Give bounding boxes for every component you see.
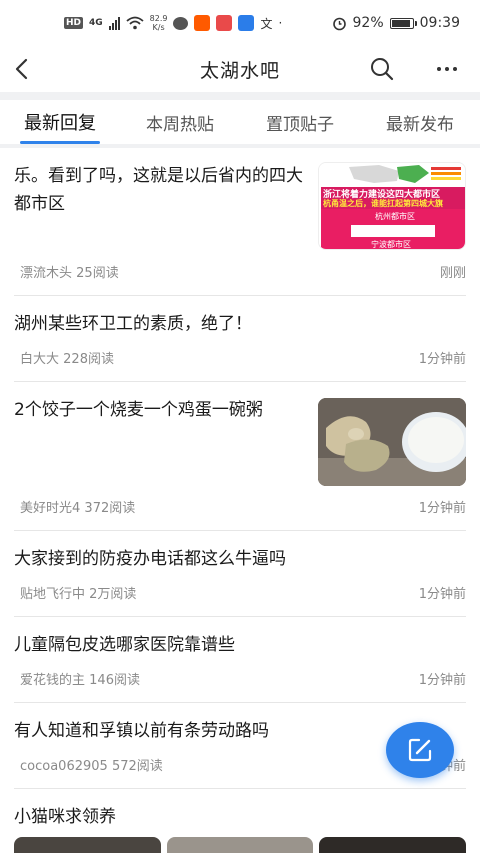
list-item[interactable]: 乐。看到了吗，这就是以后省内的四大都市区 浙江将着力建设这四大都市区 杭甬温之后… [14, 148, 466, 296]
status-bar: HD 4G 82.9 K/s ⽂ · 92% 09:39 [0, 0, 480, 46]
more-icon-dot [453, 67, 457, 71]
post-thumbnail [318, 398, 466, 486]
clock: 09:39 [419, 15, 460, 31]
alarm-icon [332, 17, 346, 30]
post-reads: 228阅读 [63, 352, 114, 367]
post-title: 2个饺子一个烧麦一个鸡蛋一碗粥 [14, 400, 263, 420]
tab-latest-post[interactable]: 最新发布 [360, 100, 480, 144]
list-item[interactable]: 儿童隔包皮选哪家医院靠谱些 爱花钱的主 146阅读 1分钟前 [14, 617, 466, 703]
page-title: 太湖水吧 [199, 59, 280, 82]
post-title: 小猫咪求领养 [14, 807, 116, 827]
post-reads: 25阅读 [76, 266, 119, 281]
post-author: 漂流木头 [20, 266, 73, 281]
post-meta: 漂流木头 25阅读 刚刚 [14, 262, 466, 281]
battery-icon [389, 17, 417, 29]
thumb-text-2: 杭甬温之后，谁能扛起第四城大旗 [323, 199, 443, 208]
post-author: 白大大 [20, 352, 60, 367]
post-reads: 146阅读 [89, 673, 140, 688]
wifi-icon [126, 16, 144, 30]
status-bar-left: HD 4G 82.9 K/s ⽂ · [64, 14, 282, 32]
status-bar-right: 92% 09:39 [332, 15, 460, 31]
more-icon-dot [445, 67, 449, 71]
post-reads: 372阅读 [84, 501, 136, 516]
post-author: 爱花钱的主 [20, 673, 86, 688]
network-type: 4G [89, 18, 103, 28]
post-title: 湖州某些环卫工的素质，绝了！ [14, 314, 252, 334]
post-time: 刚刚 [439, 266, 466, 281]
post-author: 美好时光4 [20, 501, 81, 516]
network-speed: 82.9 K/s [149, 14, 168, 32]
post-image [166, 837, 314, 853]
thumb-text-4: 宁波都市区 [371, 240, 411, 249]
post-author: 贴地飞行中 [20, 587, 86, 602]
post-time: 1分钟前 [418, 587, 466, 602]
more-button[interactable] [432, 54, 462, 84]
signal-icon [108, 16, 120, 30]
post-meta: 贴地飞行中 2万阅读 1分钟前 [14, 583, 466, 602]
post-time: 1分钟前 [418, 501, 466, 516]
chat-app-icon [173, 16, 189, 30]
compose-button[interactable] [386, 722, 454, 778]
list-item[interactable]: 小猫咪求领养 [14, 789, 467, 853]
post-thumbnail: 浙江将着力建设这四大都市区 杭甬温之后，谁能扛起第四城大旗 杭州都市区 宁波都市… [318, 162, 466, 250]
send-app-icon [238, 15, 255, 31]
post-meta: 爱花钱的主 146阅读 1分钟前 [14, 669, 466, 688]
list-item[interactable]: 大家接到的防疫办电话都这么牛逼吗 贴地飞行中 2万阅读 1分钟前 [14, 531, 466, 617]
battery-percent: 92% [352, 15, 384, 31]
list-item[interactable]: 湖州某些环卫工的素质，绝了！ 白大大 228阅读 1分钟前 [14, 296, 466, 382]
hd-badge: HD [64, 17, 84, 29]
post-image [14, 837, 161, 853]
thumb-text-3: 杭州都市区 [375, 212, 415, 221]
shopping-app-icon [216, 15, 233, 31]
back-arrow-icon [15, 58, 28, 80]
food-image [318, 398, 466, 486]
post-reads: 2万阅读 [89, 587, 137, 602]
post-meta: 白大大 228阅读 1分钟前 [14, 348, 466, 367]
search-icon [371, 58, 394, 81]
post-title: 有人知道和孚镇以前有条劳动路吗 [14, 721, 269, 741]
post-title: 大家接到的防疫办电话都这么牛逼吗 [14, 549, 286, 569]
back-button[interactable] [10, 54, 38, 84]
post-image [319, 837, 467, 853]
tab-pinned[interactable]: 置顶贴子 [240, 100, 360, 144]
taobao-app-icon [194, 15, 211, 31]
tab-bar: 最新回复 本周热贴 置顶贴子 最新发布 [0, 100, 480, 144]
post-title: 乐。看到了吗，这就是以后省内的四大都市区 [14, 166, 303, 214]
search-button[interactable] [367, 54, 397, 84]
post-title: 儿童隔包皮选哪家医院靠谱些 [14, 635, 235, 655]
list-item[interactable]: 2个饺子一个烧麦一个鸡蛋一碗粥 美好时光4 372阅读 1分钟前 [14, 382, 466, 531]
post-reads: 572阅读 [111, 759, 163, 774]
post-meta: 美好时光4 372阅读 1分钟前 [14, 497, 466, 516]
dots-icon: · [278, 16, 283, 30]
post-author: cocoa062905 [20, 759, 108, 774]
tab-weekly-hot[interactable]: 本周热贴 [120, 100, 240, 144]
top-bar: 太湖水吧 [0, 46, 480, 92]
post-time: 1分钟前 [418, 673, 466, 688]
post-time: 1分钟前 [418, 352, 466, 367]
translate-icon: ⽂ [260, 16, 273, 31]
header-divider [0, 92, 480, 100]
more-icon [437, 67, 441, 71]
compose-icon [408, 738, 432, 762]
tab-latest-reply[interactable]: 最新回复 [0, 100, 120, 144]
post-image-row [14, 837, 467, 853]
